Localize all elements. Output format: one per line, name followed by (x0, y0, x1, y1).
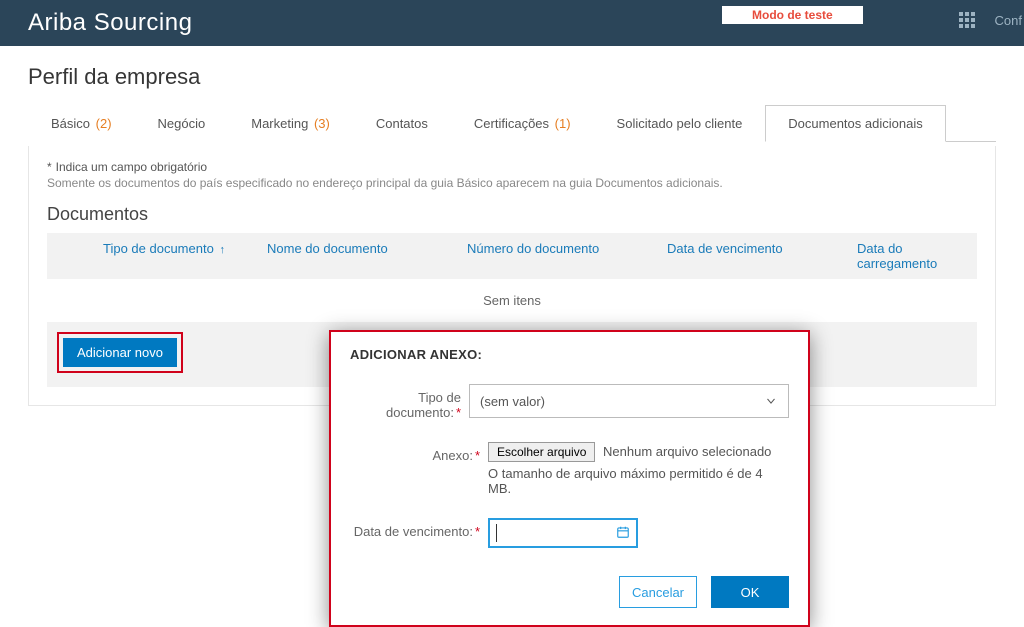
add-attachment-modal: ADICIONAR ANEXO: Tipo de documento:* (se… (329, 330, 810, 627)
add-new-highlight: Adicionar novo (57, 332, 183, 373)
col-numero[interactable]: Número do documento (467, 241, 667, 271)
table-header: Tipo de documento ↑ Nome do documento Nú… (47, 233, 977, 279)
apps-grid-icon[interactable] (959, 12, 975, 28)
section-title: Documentos (47, 204, 977, 225)
tab-bar: Básico (2) Negócio Marketing (3) Contato… (28, 104, 996, 142)
tab-negocio[interactable]: Negócio (135, 105, 229, 142)
required-note: *Indica um campo obrigatório (47, 160, 977, 174)
tab-label: Contatos (376, 116, 428, 131)
file-status: Nenhum arquivo selecionado (603, 444, 771, 459)
tipo-select[interactable]: (sem valor) (469, 384, 789, 418)
tab-label: Negócio (158, 116, 206, 131)
tab-solicitado[interactable]: Solicitado pelo cliente (594, 105, 766, 142)
tipo-label-text: Tipo de documento: (386, 390, 461, 420)
tab-label: Documentos adicionais (788, 116, 922, 131)
tipo-select-value: (sem valor) (480, 394, 545, 409)
col-nome[interactable]: Nome do documento (267, 241, 467, 271)
ok-button[interactable]: OK (711, 576, 789, 608)
tab-count: (2) (96, 116, 112, 131)
config-link[interactable]: Conf (995, 13, 1022, 28)
chevron-down-icon (764, 394, 778, 408)
col-tipo[interactable]: Tipo de documento ↑ (47, 241, 267, 271)
tab-label: Marketing (251, 116, 308, 131)
tab-label: Básico (51, 116, 90, 131)
anexo-label-text: Anexo: (432, 448, 472, 463)
tab-marketing[interactable]: Marketing (3) (228, 105, 353, 142)
tab-label: Certificações (474, 116, 549, 131)
tab-documentos[interactable]: Documentos adicionais (765, 105, 945, 142)
tab-contatos[interactable]: Contatos (353, 105, 451, 142)
table-empty: Sem itens (47, 279, 977, 322)
sort-asc-icon: ↑ (219, 244, 225, 256)
anexo-label: Anexo:* (350, 442, 480, 463)
sub-note: Somente os documentos do país especifica… (47, 176, 977, 190)
col-label: Tipo de documento (103, 241, 214, 256)
file-hint: O tamanho de arquivo máximo permitido é … (488, 466, 789, 496)
col-carregamento[interactable]: Data do carregamento (857, 241, 977, 271)
required-note-text: Indica um campo obrigatório (56, 160, 207, 174)
tipo-label: Tipo de documento:* (350, 384, 461, 420)
page-title: Perfil da empresa (28, 64, 996, 90)
tab-certificacoes[interactable]: Certificações (1) (451, 105, 594, 142)
cancel-button[interactable]: Cancelar (619, 576, 697, 608)
tab-label: Solicitado pelo cliente (617, 116, 743, 131)
data-label-text: Data de vencimento: (354, 524, 473, 539)
test-mode-badge: Modo de teste (722, 6, 863, 24)
col-vencimento[interactable]: Data de vencimento (667, 241, 857, 271)
text-cursor (496, 524, 497, 542)
add-new-button[interactable]: Adicionar novo (63, 338, 177, 367)
tab-count: (1) (555, 116, 571, 131)
modal-title: ADICIONAR ANEXO: (330, 331, 809, 372)
calendar-icon[interactable] (616, 525, 630, 542)
tab-basico[interactable]: Básico (2) (28, 105, 135, 142)
due-date-input[interactable] (488, 518, 638, 548)
data-label: Data de vencimento:* (350, 518, 480, 539)
brand-title: Ariba Sourcing (28, 9, 192, 37)
choose-file-button[interactable]: Escolher arquivo (488, 442, 595, 462)
tab-count: (3) (314, 116, 330, 131)
